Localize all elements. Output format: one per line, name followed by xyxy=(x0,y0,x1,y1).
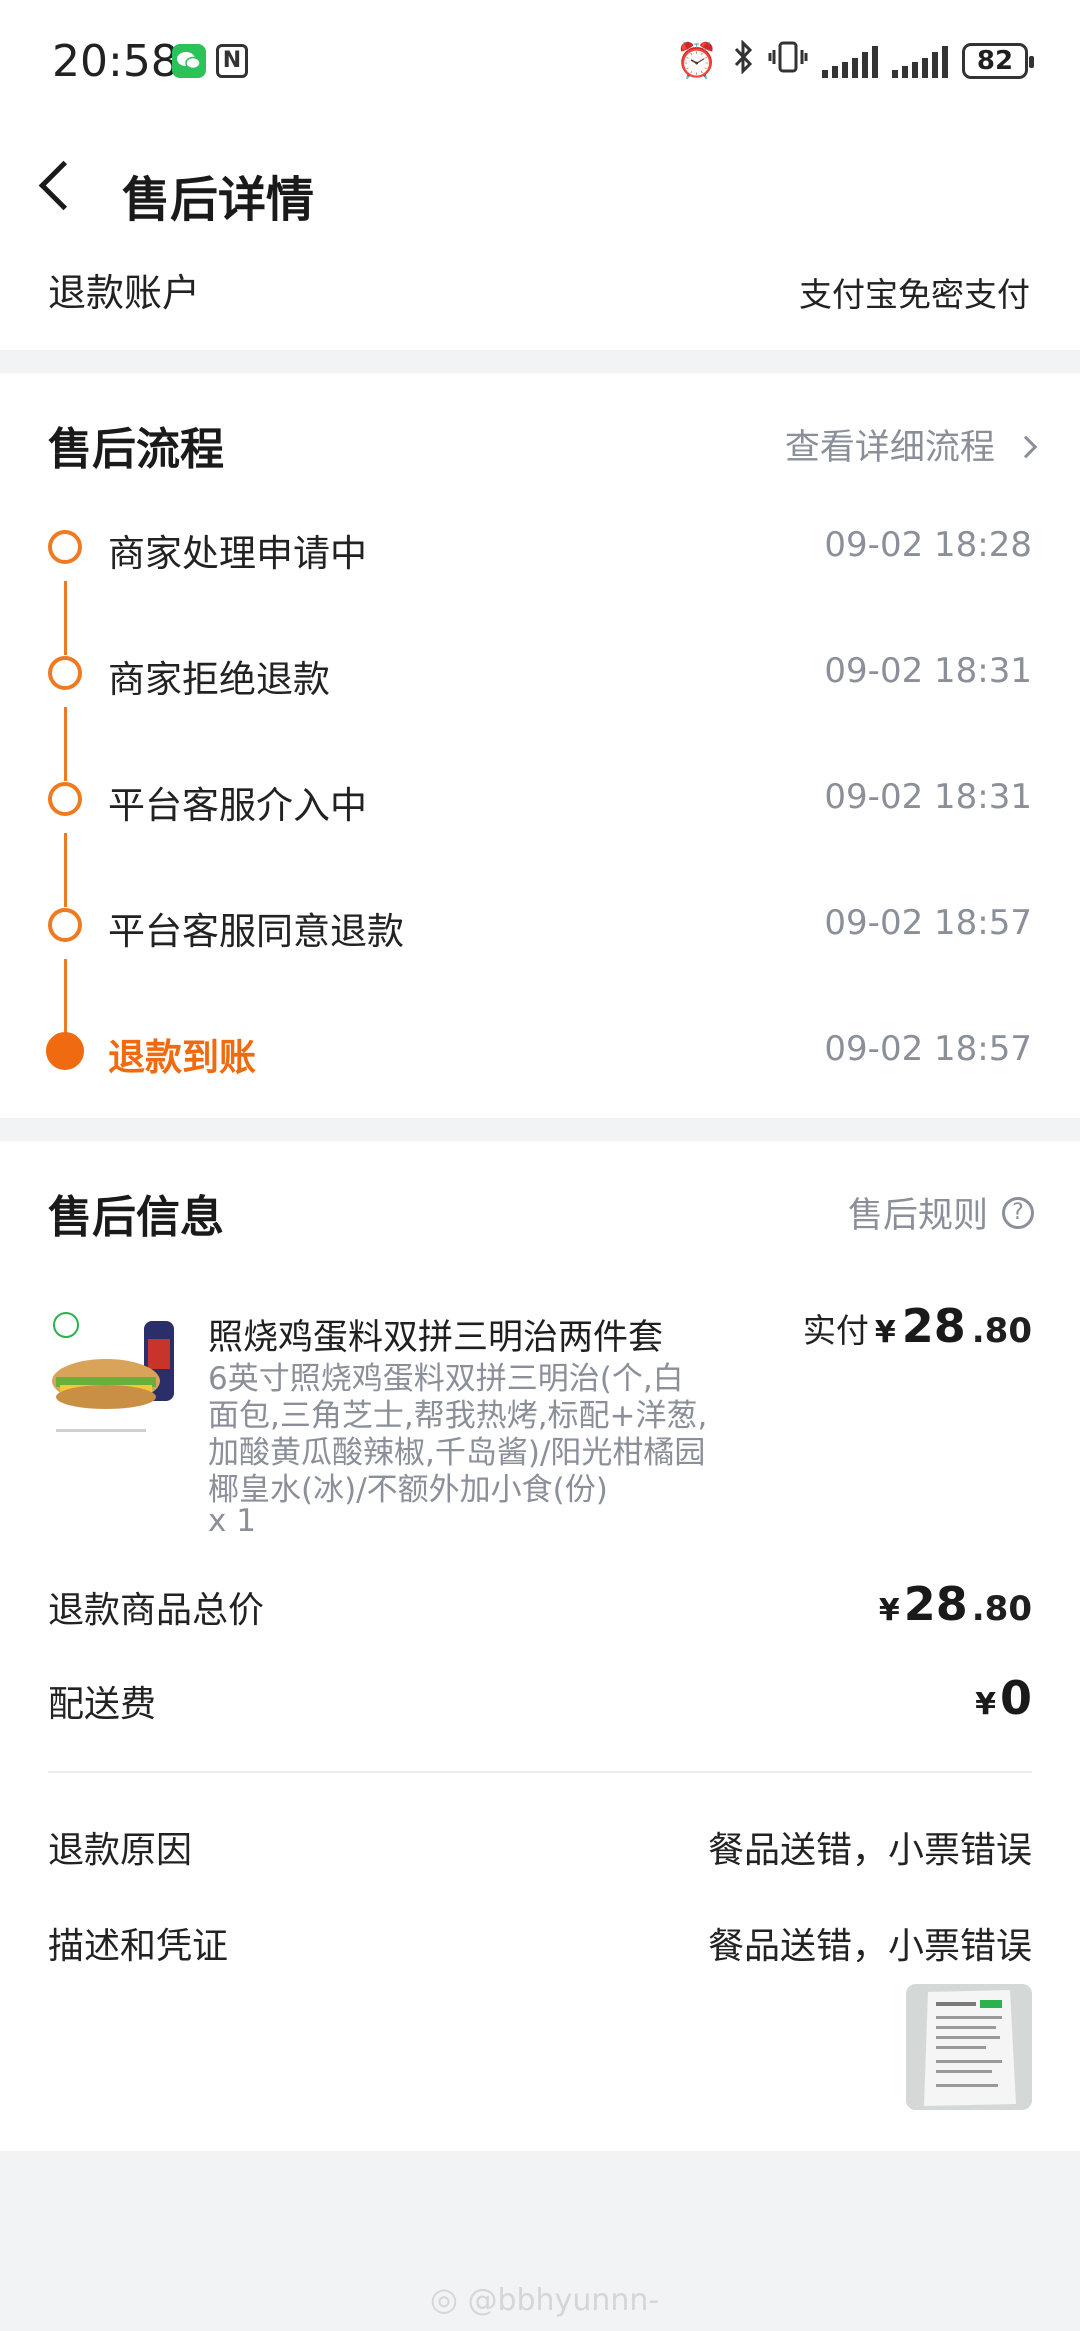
watermark-text: @bbhyunnn- xyxy=(467,2283,660,2318)
evidence-description: 餐品送错，小票错误 xyxy=(707,1926,1032,1967)
aftersale-rules-link[interactable]: 售后规则 ? xyxy=(848,1187,1034,1238)
evidence-photo[interactable] xyxy=(906,1984,1032,2110)
product-desc-line: 加酸黄瓜酸辣椒,千岛酱)/阳光柑橘园 xyxy=(208,1435,706,1471)
help-icon: ? xyxy=(1002,1196,1034,1229)
paid-integer: 28 xyxy=(901,1299,966,1353)
delivery-fee-value: ¥ 0 xyxy=(975,1671,1032,1725)
wechat-icon xyxy=(172,44,206,78)
rules-link-label: 售后规则 xyxy=(847,1196,988,1236)
status-bar: 20:58 N ⏰ 82 xyxy=(0,0,1080,120)
product-quantity: x 1 xyxy=(208,1503,256,1539)
timeline-dot xyxy=(48,908,82,942)
refund-account-label: 退款账户 xyxy=(48,271,201,315)
currency-symbol: ¥ xyxy=(874,1315,896,1350)
timeline-dot-active xyxy=(46,1032,84,1070)
alarm-icon: ⏰ xyxy=(675,41,718,81)
bluetooth-icon xyxy=(732,38,754,83)
timeline-step-label: 平台客服介入中 xyxy=(108,784,367,827)
paid-label: 实付 xyxy=(802,1311,869,1350)
product-name[interactable]: 照烧鸡蛋料双拼三明治两件套 xyxy=(208,1309,663,1360)
chevron-right-icon xyxy=(1014,435,1038,459)
timeline-step-time: 09-02 18:31 xyxy=(824,777,1032,817)
status-time: 20:58 xyxy=(52,36,179,87)
total-integer: 28 xyxy=(903,1577,968,1631)
weibo-icon: ◎ xyxy=(430,2280,458,2318)
process-card: 售后流程 查看详细流程 商家处理申请中 09-02 18:28 商家拒绝退款 0… xyxy=(0,373,1080,1118)
paid-decimal: .80 xyxy=(971,1311,1032,1351)
timeline-step-time: 09-02 18:57 xyxy=(824,1029,1032,1069)
view-detail-process-link[interactable]: 查看详细流程 xyxy=(784,419,1038,470)
info-card: 售后信息 售后规则 ? 照烧鸡蛋料双拼三明治两件套 6英寸照烧鸡蛋料双拼三明治(… xyxy=(0,1141,1080,2151)
signal-icon xyxy=(892,44,948,78)
timeline-dot xyxy=(48,656,82,690)
timeline-step-label: 商家拒绝退款 xyxy=(108,658,330,701)
timeline-connector xyxy=(64,833,67,907)
header: 售后详情 退款账户 支付宝免密支付 xyxy=(0,120,1080,350)
timeline-step-label-active: 退款到账 xyxy=(108,1036,256,1079)
evidence-label: 描述和凭证 xyxy=(48,1926,229,1967)
detail-link-label: 查看详细流程 xyxy=(784,428,995,468)
status-icons: ⏰ 82 xyxy=(675,38,1034,84)
refund-total-value: ¥ 28.80 xyxy=(879,1577,1032,1631)
paid-amount: 实付 ¥ 28.80 xyxy=(803,1299,1032,1353)
process-title: 售后流程 xyxy=(48,424,224,475)
battery-level: 82 xyxy=(976,46,1014,76)
timeline-connector xyxy=(64,581,67,655)
product-thumbnail[interactable] xyxy=(48,1309,188,1449)
product-desc-line: 面包,三角芝士,帮我热烤,标配+洋葱, xyxy=(208,1398,708,1434)
divider xyxy=(48,1771,1032,1773)
refund-reason-value: 餐品送错，小票错误 xyxy=(707,1830,1032,1871)
timeline-step-label: 平台客服同意退款 xyxy=(108,910,404,953)
refund-account-value: 支付宝免密支付 xyxy=(799,275,1030,314)
timeline-connector xyxy=(64,959,67,1033)
currency-symbol: ¥ xyxy=(975,1687,996,1722)
battery-icon: 82 xyxy=(962,43,1034,79)
page-title: 售后详情 xyxy=(122,172,315,228)
vibrate-icon xyxy=(768,40,808,83)
product-description: 6英寸照烧鸡蛋料双拼三明治(个,白 面包,三角芝士,帮我热烤,标配+洋葱, 加酸… xyxy=(208,1361,768,1509)
nfc-icon: N xyxy=(216,44,248,78)
total-decimal: .80 xyxy=(971,1589,1032,1629)
weibo-watermark: ◎ @bbhyunnn- xyxy=(430,2280,659,2318)
delivery-fee-label: 配送费 xyxy=(48,1684,157,1725)
delivery-amount: 0 xyxy=(999,1671,1032,1725)
timeline-step-time: 09-02 18:31 xyxy=(824,651,1032,691)
signal-icon xyxy=(822,44,878,78)
back-arrow-icon[interactable] xyxy=(38,160,89,211)
timeline-step-time: 09-02 18:28 xyxy=(824,525,1032,565)
product-desc-line: 6英寸照烧鸡蛋料双拼三明治(个,白 xyxy=(208,1361,684,1397)
refund-reason-label: 退款原因 xyxy=(48,1830,193,1871)
timeline-dot xyxy=(48,530,82,564)
timeline-connector xyxy=(64,707,67,781)
product-desc-line: 椰皇水(冰)/不额外加小食(份) xyxy=(208,1472,608,1508)
info-title: 售后信息 xyxy=(48,1192,224,1243)
refund-total-label: 退款商品总价 xyxy=(48,1590,265,1631)
timeline-step-time: 09-02 18:57 xyxy=(824,903,1032,943)
currency-symbol: ¥ xyxy=(878,1593,900,1628)
timeline-step-label: 商家处理申请中 xyxy=(108,532,367,575)
timeline-dot xyxy=(48,782,82,816)
